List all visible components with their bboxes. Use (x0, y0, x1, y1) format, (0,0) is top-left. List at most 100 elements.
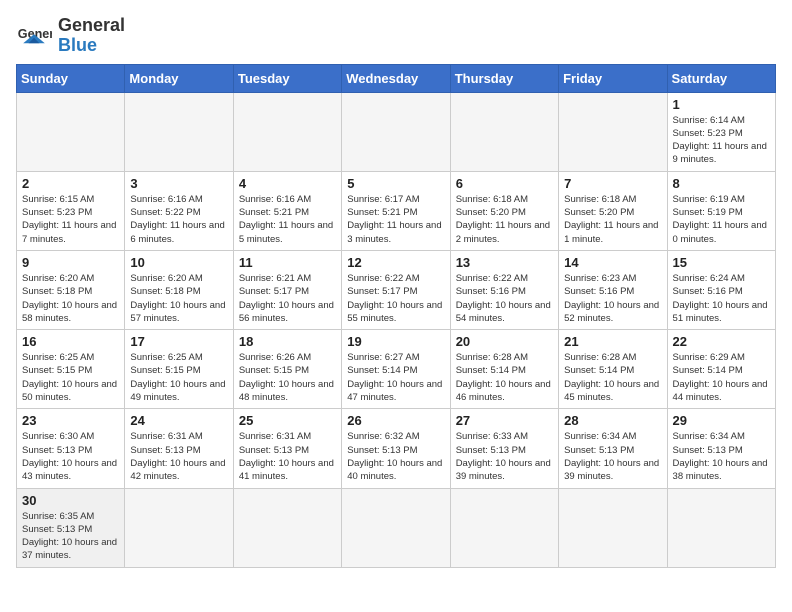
calendar-day-cell: 17Sunrise: 6:25 AM Sunset: 5:15 PM Dayli… (125, 330, 233, 409)
calendar-day-cell: 19 Sunrise: 6:27 AM Sunset: 5:14 PM Dayli… (342, 330, 450, 409)
day-number: 8 (673, 176, 770, 191)
day-number: 10 (130, 255, 227, 270)
calendar-day-cell (125, 488, 233, 567)
day-number: 16 (22, 334, 119, 349)
day-number: 18 (239, 334, 336, 349)
day-info: Sunrise: 6:21 AM Sunset: 5:17 PM Dayligh… (239, 272, 336, 325)
day-number: 11 (239, 255, 336, 270)
calendar-day-cell: 30Sunrise: 6:35 AM Sunset: 5:13 PM Dayli… (17, 488, 125, 567)
calendar-day-cell (667, 488, 775, 567)
calendar-day-cell: 7Sunrise: 6:18 AM Sunset: 5:20 PM Daylig… (559, 171, 667, 250)
day-number: 17 (130, 334, 227, 349)
calendar-day-cell: 21 Sunrise: 6:28 AM Sunset: 5:14 PM Dayli… (559, 330, 667, 409)
day-number: 19 (347, 334, 444, 349)
calendar-day-cell: 12Sunrise: 6:22 AM Sunset: 5:17 PM Dayli… (342, 250, 450, 329)
weekday-header-friday: Friday (559, 64, 667, 92)
day-info: Sunrise: 6:16 AM Sunset: 5:21 PM Dayligh… (239, 193, 336, 246)
day-info: Sunrise: 6:30 AM Sunset: 5:13 PM Dayligh… (22, 430, 119, 483)
page-header: General GeneralBlue (16, 16, 776, 56)
calendar-day-cell (17, 92, 125, 171)
calendar-table: SundayMondayTuesdayWednesdayThursdayFrid… (16, 64, 776, 568)
day-number: 14 (564, 255, 661, 270)
day-number: 22 (673, 334, 770, 349)
calendar-day-cell: 28 Sunrise: 6:34 AM Sunset: 5:13 PM Dayli… (559, 409, 667, 488)
day-info: Sunrise: 6:24 AM Sunset: 5:16 PM Dayligh… (673, 272, 770, 325)
day-info: Sunrise: 6:34 AM Sunset: 5:13 PM Dayligh… (673, 430, 770, 483)
calendar-week-row: 23 Sunrise: 6:30 AM Sunset: 5:13 PM Dayli… (17, 409, 776, 488)
day-number: 1 (673, 97, 770, 112)
day-info: Sunrise: 6:17 AM Sunset: 5:21 PM Dayligh… (347, 193, 444, 246)
weekday-header-saturday: Saturday (667, 64, 775, 92)
day-number: 15 (673, 255, 770, 270)
calendar-day-cell: 1 Sunrise: 6:14 AM Sunset: 5:23 PM Daylig… (667, 92, 775, 171)
calendar-day-cell: 22Sunrise: 6:29 AM Sunset: 5:14 PM Dayli… (667, 330, 775, 409)
day-info: Sunrise: 6:28 AM Sunset: 5:14 PM Dayligh… (456, 351, 553, 404)
day-info: Sunrise: 6:28 AM Sunset: 5:14 PM Dayligh… (564, 351, 661, 404)
day-number: 5 (347, 176, 444, 191)
day-info: Sunrise: 6:31 AM Sunset: 5:13 PM Dayligh… (239, 430, 336, 483)
day-info: Sunrise: 6:22 AM Sunset: 5:16 PM Dayligh… (456, 272, 553, 325)
day-info: Sunrise: 6:22 AM Sunset: 5:17 PM Dayligh… (347, 272, 444, 325)
day-info: Sunrise: 6:16 AM Sunset: 5:22 PM Dayligh… (130, 193, 227, 246)
calendar-week-row: 30Sunrise: 6:35 AM Sunset: 5:13 PM Dayli… (17, 488, 776, 567)
calendar-day-cell: 3 Sunrise: 6:16 AM Sunset: 5:22 PM Daylig… (125, 171, 233, 250)
calendar-day-cell: 8 Sunrise: 6:19 AM Sunset: 5:19 PM Daylig… (667, 171, 775, 250)
calendar-day-cell: 24 Sunrise: 6:31 AM Sunset: 5:13 PM Dayli… (125, 409, 233, 488)
day-info: Sunrise: 6:32 AM Sunset: 5:13 PM Dayligh… (347, 430, 444, 483)
day-number: 23 (22, 413, 119, 428)
calendar-day-cell (342, 488, 450, 567)
logo: General GeneralBlue (16, 16, 125, 56)
calendar-day-cell: 13 Sunrise: 6:22 AM Sunset: 5:16 PM Dayli… (450, 250, 558, 329)
calendar-day-cell (559, 92, 667, 171)
weekday-header-monday: Monday (125, 64, 233, 92)
calendar-day-cell (342, 92, 450, 171)
calendar-day-cell: 23 Sunrise: 6:30 AM Sunset: 5:13 PM Dayli… (17, 409, 125, 488)
day-number: 6 (456, 176, 553, 191)
calendar-day-cell: 6Sunrise: 6:18 AM Sunset: 5:20 PM Daylig… (450, 171, 558, 250)
day-number: 26 (347, 413, 444, 428)
day-info: Sunrise: 6:20 AM Sunset: 5:18 PM Dayligh… (130, 272, 227, 325)
generalblue-logo-icon: General (16, 18, 52, 54)
day-number: 27 (456, 413, 553, 428)
calendar-day-cell: 10 Sunrise: 6:20 AM Sunset: 5:18 PM Dayli… (125, 250, 233, 329)
calendar-day-cell: 5 Sunrise: 6:17 AM Sunset: 5:21 PM Daylig… (342, 171, 450, 250)
calendar-day-cell (233, 488, 341, 567)
calendar-day-cell: 26 Sunrise: 6:32 AM Sunset: 5:13 PM Dayli… (342, 409, 450, 488)
calendar-day-cell (559, 488, 667, 567)
day-number: 28 (564, 413, 661, 428)
day-info: Sunrise: 6:26 AM Sunset: 5:15 PM Dayligh… (239, 351, 336, 404)
weekday-header-row: SundayMondayTuesdayWednesdayThursdayFrid… (17, 64, 776, 92)
calendar-day-cell: 9 Sunrise: 6:20 AM Sunset: 5:18 PM Daylig… (17, 250, 125, 329)
calendar-day-cell: 25Sunrise: 6:31 AM Sunset: 5:13 PM Dayli… (233, 409, 341, 488)
day-info: Sunrise: 6:14 AM Sunset: 5:23 PM Dayligh… (673, 114, 770, 167)
calendar-day-cell (233, 92, 341, 171)
calendar-day-cell (125, 92, 233, 171)
day-number: 20 (456, 334, 553, 349)
calendar-day-cell: 18 Sunrise: 6:26 AM Sunset: 5:15 PM Dayli… (233, 330, 341, 409)
day-info: Sunrise: 6:19 AM Sunset: 5:19 PM Dayligh… (673, 193, 770, 246)
day-info: Sunrise: 6:25 AM Sunset: 5:15 PM Dayligh… (22, 351, 119, 404)
calendar-day-cell: 14Sunrise: 6:23 AM Sunset: 5:16 PM Dayli… (559, 250, 667, 329)
calendar-week-row: 9 Sunrise: 6:20 AM Sunset: 5:18 PM Daylig… (17, 250, 776, 329)
day-number: 9 (22, 255, 119, 270)
day-number: 3 (130, 176, 227, 191)
day-number: 21 (564, 334, 661, 349)
day-number: 13 (456, 255, 553, 270)
day-info: Sunrise: 6:27 AM Sunset: 5:14 PM Dayligh… (347, 351, 444, 404)
calendar-week-row: 16 Sunrise: 6:25 AM Sunset: 5:15 PM Dayli… (17, 330, 776, 409)
day-info: Sunrise: 6:33 AM Sunset: 5:13 PM Dayligh… (456, 430, 553, 483)
weekday-header-wednesday: Wednesday (342, 64, 450, 92)
day-info: Sunrise: 6:20 AM Sunset: 5:18 PM Dayligh… (22, 272, 119, 325)
day-number: 24 (130, 413, 227, 428)
logo-text: GeneralBlue (58, 16, 125, 56)
day-info: Sunrise: 6:31 AM Sunset: 5:13 PM Dayligh… (130, 430, 227, 483)
day-info: Sunrise: 6:34 AM Sunset: 5:13 PM Dayligh… (564, 430, 661, 483)
day-info: Sunrise: 6:15 AM Sunset: 5:23 PM Dayligh… (22, 193, 119, 246)
day-number: 2 (22, 176, 119, 191)
calendar-day-cell: 11 Sunrise: 6:21 AM Sunset: 5:17 PM Dayli… (233, 250, 341, 329)
calendar-day-cell (450, 488, 558, 567)
calendar-day-cell: 29Sunrise: 6:34 AM Sunset: 5:13 PM Dayli… (667, 409, 775, 488)
calendar-day-cell (450, 92, 558, 171)
weekday-header-sunday: Sunday (17, 64, 125, 92)
calendar-day-cell: 15 Sunrise: 6:24 AM Sunset: 5:16 PM Dayli… (667, 250, 775, 329)
